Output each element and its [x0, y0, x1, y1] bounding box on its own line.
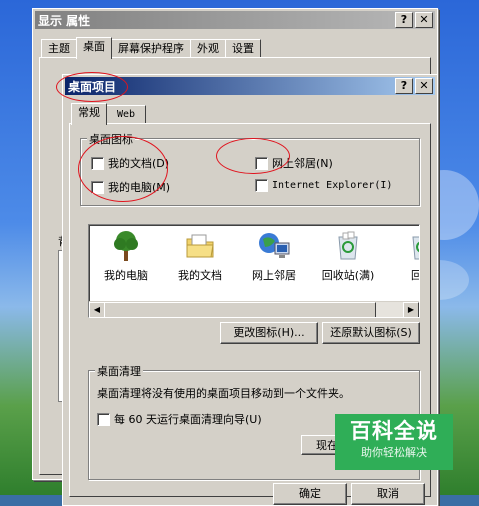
icon-label: 网上邻居	[252, 269, 296, 282]
list-item[interactable]: 回收	[385, 229, 419, 283]
list-item[interactable]: 我的电脑	[89, 229, 163, 283]
scroll-right-icon[interactable]: ▶	[403, 302, 419, 317]
icon-label: 回收	[411, 269, 419, 282]
close-button[interactable]: ✕	[415, 12, 433, 28]
ok-button[interactable]: 确定	[273, 483, 347, 505]
icon-label: 回收站(满)	[321, 269, 375, 282]
scroll-left-icon[interactable]: ◀	[89, 302, 105, 317]
outer-titlebar[interactable]: 显示 属性 ? ✕	[35, 11, 435, 29]
tree-icon	[114, 231, 138, 261]
desktop-icon-list[interactable]: 我的电脑 我的文档 网上邻居 回收站(满) ◀ ▶	[88, 224, 420, 318]
recycle-bin-icon	[412, 236, 419, 260]
annotation-ellipse	[216, 138, 290, 174]
list-item[interactable]: 回收站(满)	[311, 229, 385, 283]
change-icon-button[interactable]: 更改图标(H)...	[220, 322, 318, 344]
tab-themes[interactable]: 主题	[41, 39, 77, 58]
internet-explorer-label: Internet Explorer(I)	[272, 180, 393, 191]
tab-desktop[interactable]: 桌面	[76, 37, 112, 59]
help-button[interactable]: ?	[395, 78, 413, 94]
cleanup-checkbox-label: 每 60 天运行桌面清理向导(U)	[114, 413, 262, 426]
list-item[interactable]: 网上邻居	[237, 229, 311, 283]
desktop-cleanup-group-label: 桌面清理	[95, 363, 143, 379]
scroll-thumb[interactable]	[104, 302, 376, 317]
annotation-ellipse	[78, 136, 168, 202]
dialog-tab-strip: 常规 Web	[71, 103, 147, 125]
tab-appearance[interactable]: 外观	[190, 39, 226, 58]
network-icon	[259, 233, 290, 258]
checkbox-box[interactable]	[255, 179, 268, 192]
outer-tab-strip: 主题 桌面 屏幕保护程序 外观 设置	[41, 37, 261, 59]
icon-label: 我的电脑	[104, 269, 148, 282]
horizontal-scrollbar[interactable]: ◀ ▶	[89, 301, 419, 317]
checkbox-box[interactable]	[97, 412, 110, 426]
restore-default-button[interactable]: 还原默认图标(S)	[322, 322, 420, 344]
watermark-title: 百科全说	[350, 419, 438, 443]
internet-explorer-checkbox[interactable]: Internet Explorer(I)	[255, 179, 392, 192]
watermark-logo: 百科全说 助你轻松解决	[335, 414, 453, 470]
tab-screensaver[interactable]: 屏幕保护程序	[111, 39, 191, 58]
cleanup-description: 桌面清理将没有使用的桌面项目移动到一个文件夹。	[97, 387, 350, 400]
tab-web[interactable]: Web	[106, 105, 147, 124]
list-item[interactable]: 我的文档	[163, 229, 237, 283]
icon-label: 我的文档	[178, 269, 222, 282]
cancel-button[interactable]: 取消	[351, 483, 425, 505]
recycle-bin-full-icon	[338, 231, 358, 260]
cleanup-checkbox[interactable]: 每 60 天运行桌面清理向导(U)	[97, 411, 262, 427]
close-button[interactable]: ✕	[415, 78, 433, 94]
help-button[interactable]: ?	[395, 12, 413, 28]
tab-general[interactable]: 常规	[71, 103, 107, 125]
outer-window-title: 显示 属性	[38, 13, 91, 28]
tab-settings[interactable]: 设置	[225, 39, 261, 58]
folder-icon	[186, 234, 214, 258]
annotation-ellipse	[56, 72, 128, 102]
watermark-subtitle: 助你轻松解决	[361, 446, 427, 459]
